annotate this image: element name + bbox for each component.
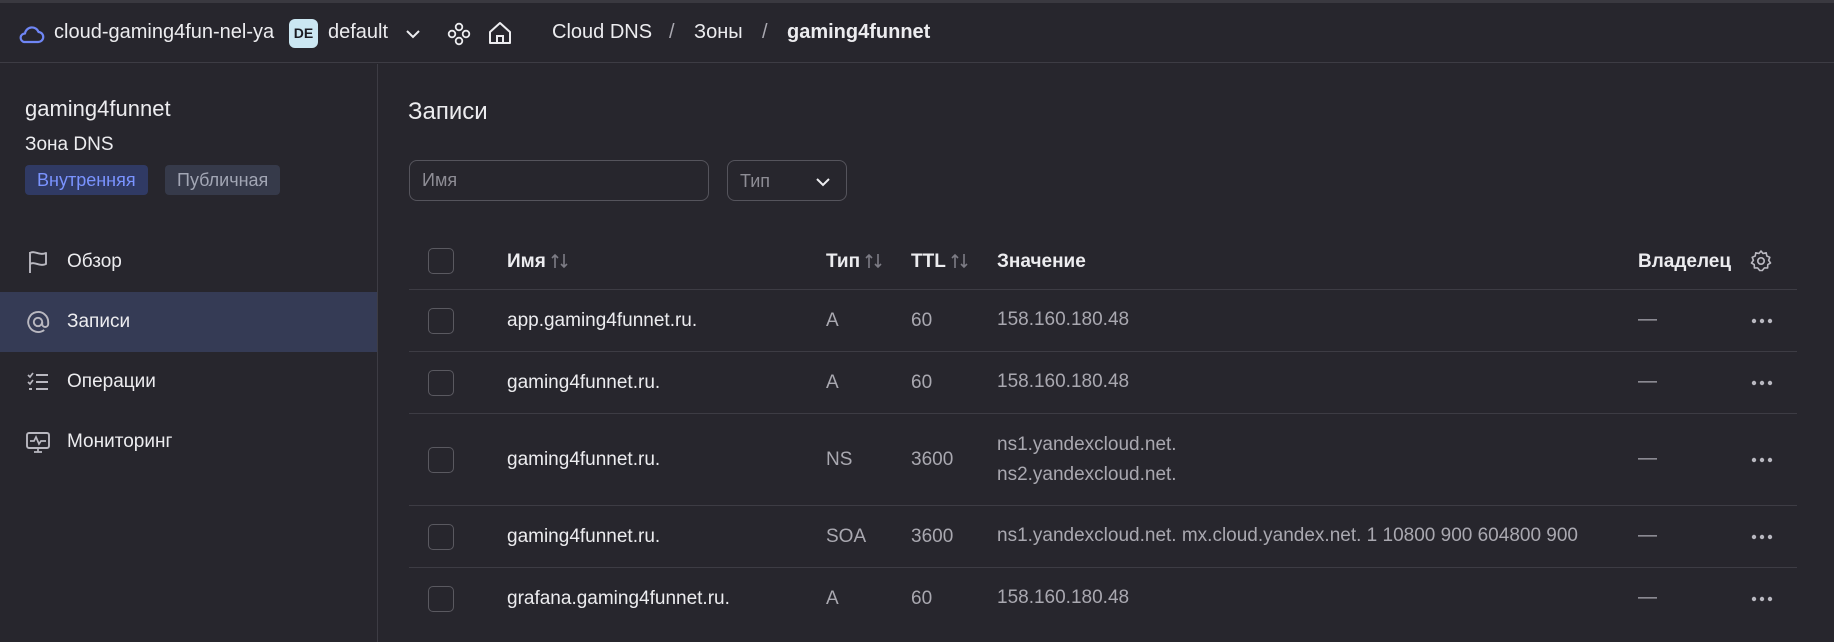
record-value: ns1.yandexcloud.net. [997,434,1177,455]
row-checkbox[interactable] [428,447,454,473]
table-row[interactable]: gaming4funnet.ru. SOA 3600 ns1.yandexclo… [409,506,1797,568]
record-owner: — [1638,448,1657,469]
sidebar-item-operations[interactable]: Операции [0,352,377,412]
record-name: gaming4funnet.ru. [507,372,661,393]
tag-public: Публичная [165,165,281,195]
sort-icon[interactable] [950,252,970,270]
chevron-down-icon [816,178,830,187]
row-checkbox[interactable] [428,524,454,550]
sidebar-item-monitoring[interactable]: Мониторинг [0,412,377,472]
record-ttl: 60 [911,588,933,609]
zone-subtitle: Зона DNS [25,134,114,155]
sidebar-item-overview[interactable]: Обзор [0,232,377,292]
breadcrumb-separator: / [762,21,768,43]
checklist-icon [27,372,48,390]
monitor-icon [26,432,50,453]
sidebar-item-label: Операции [67,371,156,392]
home-icon[interactable] [487,20,513,46]
more-actions-icon[interactable] [1751,457,1773,463]
table-row[interactable]: grafana.gaming4funnet.ru. A 60 158.160.1… [409,568,1797,630]
record-value: ns2.yandexcloud.net. [997,464,1177,485]
record-name: app.gaming4funnet.ru. [507,310,698,331]
at-icon [27,311,50,333]
sidebar: gaming4funnet Зона DNS Внутренняя Публич… [0,64,378,642]
record-owner: — [1638,309,1657,330]
chevron-down-icon[interactable] [404,27,422,41]
column-header-type-label: Тип [826,251,861,272]
tag-internal: Внутренняя [25,165,148,195]
record-type: NS [826,449,853,470]
type-filter-select[interactable]: Тип [727,160,847,201]
record-name: grafana.gaming4funnet.ru. [507,588,730,609]
select-all-checkbox[interactable] [428,248,454,274]
record-type: A [826,310,839,331]
flag-icon [29,251,47,273]
record-ttl: 60 [911,372,933,393]
cloud-icon [19,26,45,44]
row-checkbox[interactable] [428,586,454,612]
breadcrumb-current-zone: gaming4funnet [787,21,931,43]
sidebar-item-label: Мониторинг [67,431,173,452]
services-icon[interactable] [446,21,472,47]
page-title: Записи [408,98,488,125]
name-filter-input[interactable] [409,160,709,201]
row-checkbox[interactable] [428,308,454,334]
record-value: 158.160.180.48 [997,587,1130,608]
column-header-name[interactable]: Имя [507,251,570,273]
record-ttl: 3600 [911,526,954,547]
table-row[interactable]: gaming4funnet.ru. A 60 158.160.180.48 — [409,352,1797,414]
sidebar-item-label: Записи [67,311,131,332]
breadcrumb-zones[interactable]: Зоны [694,21,743,44]
record-type: A [826,588,839,609]
table-header: Имя Тип TTL Значение Владелец [409,233,1797,290]
record-ttl: 60 [911,310,933,331]
breadcrumb-separator: / [669,21,675,43]
record-ttl: 3600 [911,449,954,470]
column-header-ttl-label: TTL [911,251,946,272]
record-owner: — [1638,371,1657,392]
record-owner: — [1638,525,1657,546]
more-actions-icon[interactable] [1751,380,1773,386]
more-actions-icon[interactable] [1751,534,1773,540]
records-panel: Записи Тип Имя Тип TTL Значение Владелец… [378,64,1834,642]
more-actions-icon[interactable] [1751,318,1773,324]
records-table: Имя Тип TTL Значение Владелец app.gaming… [409,233,1797,630]
sort-icon[interactable] [864,252,884,270]
column-header-owner: Владелец [1638,251,1732,272]
record-value: 158.160.180.48 [997,371,1130,392]
zone-title: gaming4funnet [25,96,171,121]
sidebar-item-records[interactable]: Записи [0,292,377,352]
table-row[interactable]: app.gaming4funnet.ru. A 60 158.160.180.4… [409,290,1797,352]
record-name: gaming4funnet.ru. [507,526,661,547]
gear-icon[interactable] [1749,249,1773,273]
record-owner: — [1638,587,1657,608]
breadcrumb-cloud-dns[interactable]: Cloud DNS [552,21,652,44]
column-header-type[interactable]: Тип [826,251,884,273]
table-row[interactable]: gaming4funnet.ru. NS 3600 ns1.yandexclou… [409,414,1797,506]
top-header: cloud-gaming4fun-nel-ya DE default Cloud… [0,3,1834,63]
type-filter-placeholder: Тип [740,171,771,191]
record-name: gaming4funnet.ru. [507,449,661,470]
row-checkbox[interactable] [428,370,454,396]
folder-selector[interactable]: default [328,21,388,44]
column-header-name-label: Имя [507,251,546,272]
sort-icon[interactable] [550,252,570,270]
column-header-ttl[interactable]: TTL [911,251,970,273]
sidebar-item-label: Обзор [67,251,122,272]
more-actions-icon[interactable] [1751,596,1773,602]
folder-avatar-badge: DE [289,19,318,48]
record-value: 158.160.180.48 [997,309,1130,330]
record-type: A [826,372,839,393]
record-value: ns1.yandexcloud.net. mx.cloud.yandex.net… [997,525,1578,546]
column-header-value: Значение [997,251,1086,272]
record-type: SOA [826,526,867,547]
cloud-selector[interactable]: cloud-gaming4fun-nel-ya [54,21,274,44]
